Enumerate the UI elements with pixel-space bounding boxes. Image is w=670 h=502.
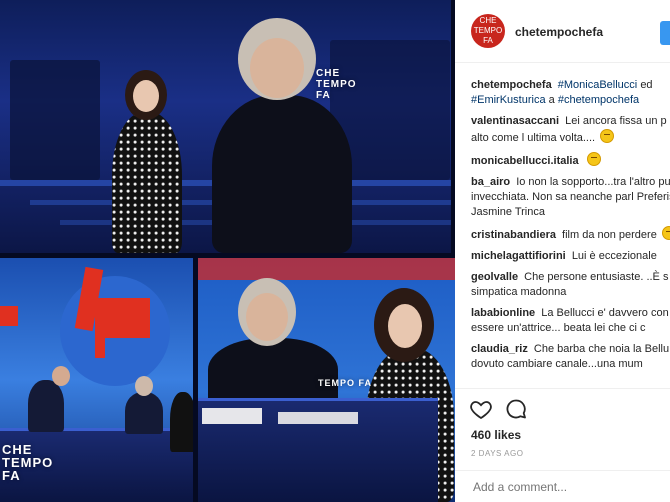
add-comment-input[interactable] [471, 479, 665, 495]
man-figure [212, 95, 352, 253]
comment: geolvalle Che persone entusiaste. ..È s … [471, 270, 670, 300]
speech-bubble-icon[interactable] [504, 397, 528, 421]
account-username[interactable]: chetempochefa [515, 25, 603, 39]
avatar-text-3: FA [483, 36, 493, 45]
comment: cristinabandiera film da non perdere [471, 226, 670, 243]
comment-username[interactable]: lababionline [471, 307, 535, 319]
post-actions [455, 388, 670, 429]
comment-username[interactable]: valentinasaccani [471, 115, 559, 127]
account-avatar[interactable]: CHE TEMPO FA [471, 14, 505, 48]
avatar-text-2: TEMPO [473, 26, 503, 35]
show-logo-bottom-left: CHE TEMPO FA [2, 442, 54, 483]
photo-panel-bottom-left: CHE TEMPO FA [0, 258, 193, 502]
comment: monicabellucci.italia [471, 152, 670, 169]
comment-username[interactable]: ba_airo [471, 176, 510, 188]
post-header: CHE TEMPO FA chetempochefa [455, 0, 670, 63]
comment-username[interactable]: geolvalle [471, 271, 518, 283]
caption-text: ed [640, 79, 653, 91]
comment-username[interactable]: claudia_riz [471, 343, 528, 355]
show-logo: CHE TEMPO FA [316, 68, 357, 101]
hashtag-link[interactable]: #MonicaBellucci [558, 79, 637, 91]
post-sidebar: CHE TEMPO FA chetempochefa chetempochefa… [455, 0, 670, 502]
comment-text: Lui è eccezionale [571, 250, 657, 262]
comment: valentinasaccani Lei ancora fissa un p i… [471, 114, 670, 146]
comment: michelagattifiorini Lui è eccezionale [471, 249, 670, 264]
grin-emoji-icon [661, 226, 670, 240]
comment-text: film da non perdere [562, 229, 657, 241]
comment-username[interactable]: michelagattifiorini [471, 250, 566, 262]
like-count[interactable]: 460 likes [471, 428, 521, 442]
caption-text: a [548, 94, 555, 106]
photo-panel-top: CHE TEMPO FA [0, 0, 451, 253]
caption: chetempochefa #MonicaBellucci ed #EmirKu… [471, 78, 670, 108]
comment: claudia_riz Che barba che noia la Bellu … [471, 342, 670, 372]
comment: lababionline La Bellucci e' davvero con … [471, 306, 670, 336]
add-comment-bar [455, 470, 670, 502]
post-timestamp: 2 DAYS AGO [471, 449, 524, 458]
avatar-text-1: CHE [479, 16, 497, 25]
hashtag-link[interactable]: #EmirKusturica [471, 94, 546, 106]
photo-panel-bottom-right: TEMPO FA [198, 258, 455, 502]
post-photo: CHE TEMPO FA CHE TEMPO FA TEMPO FA [0, 0, 455, 502]
comment-username[interactable]: monicabellucci.italia [471, 155, 579, 167]
comment-list: chetempochefa #MonicaBellucci ed #EmirKu… [471, 78, 670, 378]
follow-button[interactable] [660, 21, 670, 45]
woman-figure [112, 112, 182, 253]
hashtag-link[interactable]: #chetempochefa [558, 94, 639, 106]
show-logo-bottom-right: TEMPO FA [318, 378, 373, 388]
neutral-face-emoji-icon [600, 129, 615, 143]
comment-username[interactable]: cristinabandiera [471, 229, 556, 241]
comment: ba_airo Io non la sopporto...tra l'altro… [471, 175, 670, 220]
caption-username[interactable]: chetempochefa [471, 79, 552, 91]
heart-icon[interactable] [469, 397, 493, 421]
neutral-face-emoji-icon [586, 152, 601, 166]
